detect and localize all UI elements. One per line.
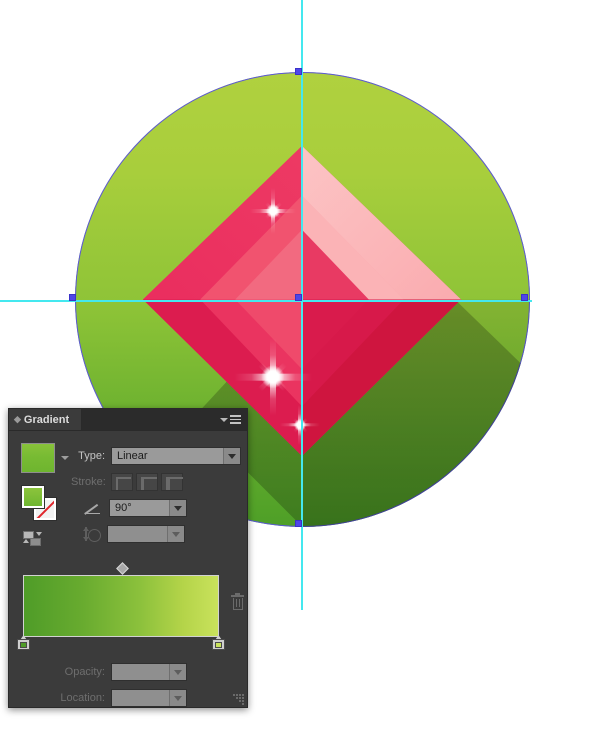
stroke-center-button[interactable] (136, 473, 158, 491)
gradient-swatch[interactable] (21, 443, 55, 473)
guide-vertical (301, 0, 303, 610)
gradient-swatch-chevron-down-icon[interactable] (61, 456, 69, 460)
gradient-stop-start[interactable] (17, 635, 30, 650)
tab-gradient[interactable]: ◆ Gradient (9, 409, 83, 430)
guide-horizontal (0, 300, 532, 302)
angle-row: 90° (85, 499, 245, 517)
stroke-type-buttons[interactable] (111, 473, 183, 491)
chevron-down-icon (220, 417, 228, 422)
aspect-ratio-input[interactable] (107, 525, 185, 543)
chevron-down-icon (223, 448, 240, 464)
fill-swatch[interactable] (22, 486, 44, 508)
panel-menu-icon (230, 415, 241, 424)
resize-grip-icon[interactable] (232, 693, 244, 705)
angle-icon (85, 502, 101, 514)
opacity-label: Opacity: (64, 666, 105, 678)
angle-input[interactable]: 90° (109, 499, 187, 517)
delete-stop-trash-icon[interactable] (231, 593, 244, 611)
location-row: Location: (53, 689, 243, 707)
panel-menu-button[interactable] (220, 409, 247, 430)
anchor-point-left[interactable] (69, 294, 76, 301)
gradient-panel[interactable]: ◆ Gradient Type: Linear Stroke: 90° Opac… (8, 408, 248, 708)
gradient-stop-start-color (20, 642, 27, 648)
anchor-point-bottom[interactable] (295, 520, 302, 527)
gradient-midpoint-handle[interactable] (116, 562, 129, 575)
chevron-down-icon[interactable] (167, 526, 184, 542)
stroke-across-button[interactable] (161, 473, 183, 491)
opacity-row: Opacity: (53, 663, 243, 681)
tab-gradient-label: Gradient (23, 413, 70, 426)
fill-stroke-indicator[interactable] (22, 486, 56, 520)
chevron-down-icon[interactable] (169, 690, 186, 706)
panel-body: Type: Linear Stroke: 90° Opacity: Locati… (9, 431, 247, 708)
double-arrow-icon: ◆ (14, 414, 21, 424)
anchor-point-center[interactable] (295, 294, 302, 301)
opacity-input[interactable] (111, 663, 187, 681)
gradient-stop-end-color (215, 642, 222, 648)
anchor-point-right[interactable] (521, 294, 528, 301)
location-label: Location: (60, 692, 105, 704)
gradient-stop-end[interactable] (212, 635, 225, 650)
stroke-label: Stroke: (71, 476, 106, 488)
chevron-down-icon[interactable] (169, 664, 186, 680)
reverse-gradient-icon[interactable] (23, 531, 45, 547)
stroke-within-button[interactable] (111, 473, 133, 491)
panel-tab-strip[interactable]: ◆ Gradient (9, 409, 247, 431)
type-label: Type: (78, 450, 105, 462)
stroke-row: Stroke: (71, 473, 243, 491)
gradient-slider-track[interactable] (23, 575, 219, 637)
type-row: Type: Linear (71, 447, 243, 465)
angle-value: 90° (115, 502, 132, 514)
type-select-value: Linear (117, 450, 148, 462)
anchor-point-top[interactable] (295, 68, 302, 75)
location-input[interactable] (111, 689, 187, 707)
type-select[interactable]: Linear (111, 447, 241, 465)
aspect-ratio-row (83, 525, 243, 543)
chevron-down-icon[interactable] (169, 500, 186, 516)
aspect-ratio-icon (83, 527, 101, 542)
